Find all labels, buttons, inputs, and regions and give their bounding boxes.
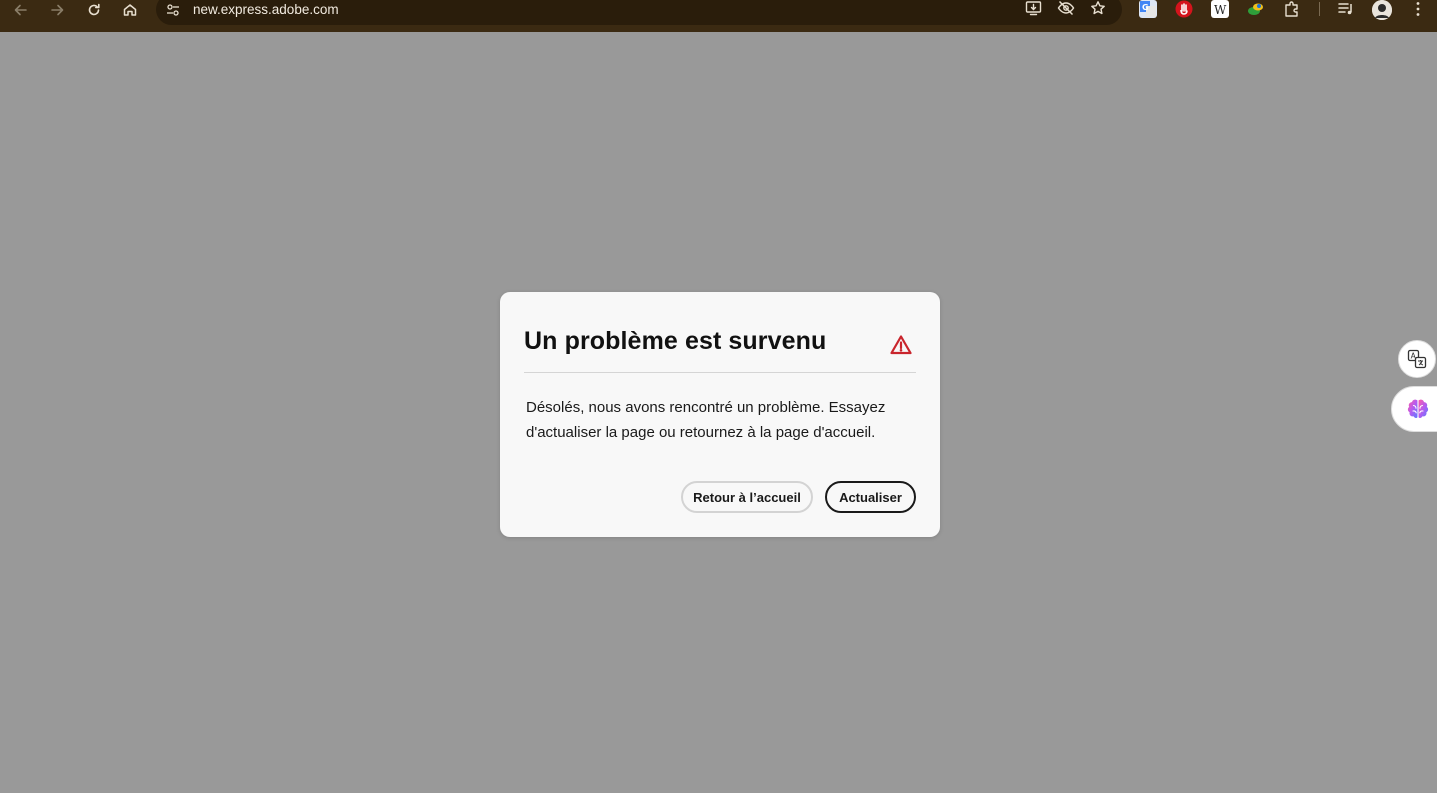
google-translate-extension-icon: G — [1140, 1, 1156, 17]
bookmark-star-icon — [1091, 1, 1105, 15]
ai-assistant-widget-button[interactable] — [1391, 386, 1437, 432]
browser-menu-button[interactable] — [1409, 0, 1427, 18]
translate-icon: A — [1407, 349, 1427, 369]
error-dialog: Un problème est survenu Désolés, nous av… — [500, 292, 940, 537]
red-hand-extension[interactable] — [1175, 0, 1193, 18]
w-extension[interactable]: W — [1211, 0, 1229, 18]
red-hand-extension-icon — [1175, 0, 1193, 18]
tracking-protection-button[interactable] — [1055, 0, 1077, 18]
back-button[interactable] — [9, 0, 33, 20]
menu-kebab-icon — [1416, 2, 1420, 16]
green-leaf-extension-icon — [1248, 3, 1263, 15]
site-settings-button[interactable] — [164, 1, 182, 19]
media-controls-icon — [1338, 3, 1352, 15]
site-settings-icon — [167, 4, 179, 16]
home-icon — [123, 4, 137, 16]
svg-text:W: W — [1214, 3, 1227, 16]
install-app-button[interactable] — [1023, 0, 1045, 18]
home-button[interactable] — [118, 0, 142, 20]
reload-button[interactable] — [82, 0, 106, 20]
url-text[interactable]: new.express.adobe.com — [193, 2, 339, 18]
google-translate-extension[interactable]: G — [1139, 0, 1157, 18]
extensions-button[interactable] — [1283, 0, 1301, 18]
alert-triangle-icon — [890, 335, 912, 355]
media-controls-button[interactable] — [1337, 0, 1355, 18]
avatar-photo-icon — [1372, 0, 1392, 20]
profile-avatar[interactable] — [1372, 0, 1392, 20]
svg-text:G: G — [1142, 3, 1149, 12]
forward-icon — [51, 4, 64, 16]
brain-ai-icon — [1407, 399, 1429, 419]
puzzle-extensions-icon — [1285, 1, 1298, 17]
w-extension-icon: W — [1214, 3, 1227, 16]
bookmark-button[interactable] — [1087, 0, 1109, 18]
address-bar[interactable]: new.express.adobe.com — [156, 0, 1122, 25]
browser-toolbar: new.express.adobe.com G W — [0, 0, 1437, 32]
reload-icon — [88, 3, 100, 16]
toolbar-separator — [1319, 2, 1320, 16]
dialog-title: Un problème est survenu — [524, 327, 827, 355]
back-icon — [14, 4, 27, 16]
translate-widget-button[interactable]: A — [1398, 340, 1436, 378]
dialog-message: Désolés, nous avons rencontré un problèm… — [526, 399, 886, 441]
back-to-home-button[interactable]: Retour à l’accueil — [681, 481, 813, 513]
forward-button[interactable] — [45, 0, 69, 20]
green-leaf-extension[interactable] — [1247, 0, 1265, 18]
tracking-protection-icon — [1057, 0, 1075, 16]
refresh-button[interactable]: Actualiser — [825, 481, 916, 513]
install-app-icon — [1025, 1, 1042, 16]
dialog-divider — [524, 372, 916, 373]
